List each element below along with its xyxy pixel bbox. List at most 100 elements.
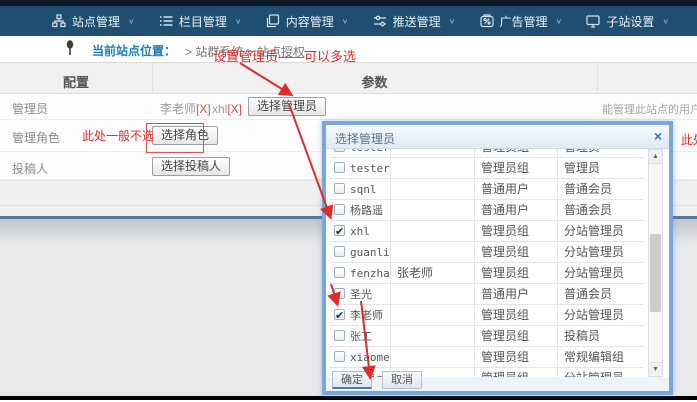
cell-group: 普通用户 <box>475 200 558 221</box>
row-label: 管理角色 <box>12 129 60 146</box>
config-table-header: 配置 参数 <box>0 62 697 94</box>
nav-item-ad-management[interactable]: 广告管理 ∨ <box>480 13 563 30</box>
nav-item-content-management[interactable]: 内容管理 ∨ <box>266 13 349 30</box>
sliders-icon <box>373 14 387 28</box>
row-checkbox[interactable] <box>334 351 345 362</box>
admin-list-row[interactable]: 李老师 管理员组 分站管理员 <box>330 305 643 326</box>
cell-realname <box>391 200 475 221</box>
row-checkbox[interactable] <box>334 204 345 215</box>
nav-label: 站点管理 <box>72 13 120 30</box>
cell-group: 普通用户 <box>475 179 558 200</box>
row-checkbox[interactable] <box>334 330 345 341</box>
nav-item-site-management[interactable]: 站点管理 ∨ <box>52 13 135 30</box>
cell-realname <box>391 158 475 179</box>
admin-list-row[interactable]: fenzhan 张老师 管理员组 分站管理员 <box>330 263 643 284</box>
username-text: tester1 <box>350 149 391 154</box>
cell-username: tester2 <box>330 158 391 179</box>
row-checkbox[interactable] <box>334 267 345 278</box>
documents-icon <box>266 14 280 28</box>
nav-item-push-management[interactable]: 推送管理 ∨ <box>373 13 456 30</box>
admin-list-row[interactable]: 圣光 普通用户 普通会员 <box>330 284 643 305</box>
row-checkbox[interactable] <box>334 149 345 152</box>
modal-title: 选择管理员 <box>335 130 395 147</box>
username-text: 杨路遥 <box>350 204 383 217</box>
cell-realname <box>391 305 475 326</box>
row-checkbox[interactable] <box>334 288 345 299</box>
admin-list-row[interactable]: xhl 管理员组 分站管理员 <box>330 221 643 242</box>
row-label: 管理员 <box>12 100 48 117</box>
chevron-down-icon: ∨ <box>342 17 349 26</box>
username-text: 李老师 <box>350 309 383 322</box>
nav-label: 内容管理 <box>286 13 334 30</box>
admin-list-row[interactable]: 杨路遥 普通用户 普通会员 <box>330 200 643 221</box>
cell-group: 管理员组 <box>475 263 558 284</box>
close-icon[interactable]: × <box>654 128 662 144</box>
cell-role: 普通会员 <box>558 200 643 221</box>
admin-list-row[interactable]: 张工 管理员组 投稿员 <box>330 326 643 347</box>
select-admin-modal: 选择管理员 × tester1 管理员组 管理员 tester2 管理员组 管理… <box>322 121 673 395</box>
admin-list-row[interactable]: tester2 管理员组 管理员 <box>330 158 643 179</box>
scroll-up-icon[interactable]: ▲ <box>649 150 662 164</box>
sitemap-icon <box>52 14 66 28</box>
username-text: sqnl <box>350 183 377 196</box>
row-checkbox[interactable] <box>334 162 345 173</box>
username-text: 圣光 <box>350 288 372 301</box>
cell-role: 分站管理员 <box>558 368 643 377</box>
annotation-clipped: 此处 <box>681 131 697 148</box>
select-admin-button[interactable]: 选择管理员 <box>248 97 326 116</box>
ok-button[interactable]: 确定 <box>332 371 372 389</box>
cell-group: 管理员组 <box>475 368 558 377</box>
admin-list-row[interactable]: xiaomeng 管理员组 常规编辑组 <box>330 347 643 368</box>
cell-username: xhl <box>330 221 391 242</box>
nav-item-subsite-settings[interactable]: 子站设置 ∨ <box>586 13 669 30</box>
location-pin-icon <box>64 40 76 61</box>
column-header-params: 参数 <box>152 72 597 91</box>
column-header-config: 配置 <box>0 72 152 91</box>
cell-realname <box>391 347 475 368</box>
admin-list-row[interactable]: nitin 管理员组 分站管理员 <box>330 368 643 377</box>
row-checkbox[interactable] <box>334 246 345 257</box>
row-checkbox[interactable] <box>334 225 345 236</box>
cell-realname <box>391 326 475 347</box>
cell-role: 分站管理员 <box>558 305 643 326</box>
admin-list-row[interactable]: guanli 管理员组 分站管理员 <box>330 242 643 263</box>
cell-group: 管理员组 <box>475 326 558 347</box>
select-contributor-button[interactable]: 选择投稿人 <box>152 157 230 176</box>
scrollbar-thumb[interactable] <box>650 234 661 312</box>
cell-username: tester1 <box>330 149 391 158</box>
cell-username: 张工 <box>330 326 391 347</box>
megaphone-icon <box>480 14 494 28</box>
table-row-admin: 管理员 李老师[X] xhl[X] 选择管理员 能管理此站点的用户,所选之 <box>0 94 697 120</box>
cell-role: 普通会员 <box>558 179 643 200</box>
cell-group: 管理员组 <box>475 347 558 368</box>
cell-realname <box>391 242 475 263</box>
main-navbar: 站点管理 ∨ 栏目管理 ∨ 内容管理 ∨ 推送管理 ∨ 广告管理 ∨ 子站设置 … <box>0 6 697 36</box>
cancel-button[interactable]: 取消 <box>382 371 422 389</box>
cell-realname <box>391 179 475 200</box>
screenshot-bottom-border <box>0 396 697 400</box>
scrollbar[interactable]: ▲ ▼ <box>648 149 663 377</box>
cell-role: 分站管理员 <box>558 221 643 242</box>
cell-username: 圣光 <box>330 284 391 305</box>
nav-label: 栏目管理 <box>179 13 227 30</box>
cell-group: 管理员组 <box>475 158 558 179</box>
breadcrumb-label: 当前站点位置： <box>92 42 176 59</box>
admin-list-row[interactable]: tester1 管理员组 管理员 <box>330 149 643 158</box>
remove-admin-link[interactable]: [X] <box>227 102 242 116</box>
admin-list: tester1 管理员组 管理员 tester2 管理员组 管理员 sqnl 普… <box>330 149 644 377</box>
admin-list-row[interactable]: sqnl 普通用户 普通会员 <box>330 179 643 200</box>
cell-role: 常规编辑组 <box>558 347 643 368</box>
cell-username: 杨路遥 <box>330 200 391 221</box>
cell-realname: 张老师 <box>391 263 475 284</box>
row-checkbox[interactable] <box>334 183 345 194</box>
annotation-not-select: 此处一般不选 <box>82 127 154 144</box>
modal-title-bar[interactable]: 选择管理员 × <box>326 125 669 149</box>
cell-role: 管理员 <box>558 149 643 158</box>
scroll-down-icon[interactable]: ▼ <box>649 362 662 376</box>
nav-label: 推送管理 <box>393 13 441 30</box>
remove-admin-link[interactable]: [X] <box>196 102 211 116</box>
row-checkbox[interactable] <box>334 309 345 320</box>
annotation-set-admin: 设置管理员——可以多选 <box>213 46 356 65</box>
cell-realname <box>391 284 475 305</box>
nav-item-column-management[interactable]: 栏目管理 ∨ <box>159 13 242 30</box>
